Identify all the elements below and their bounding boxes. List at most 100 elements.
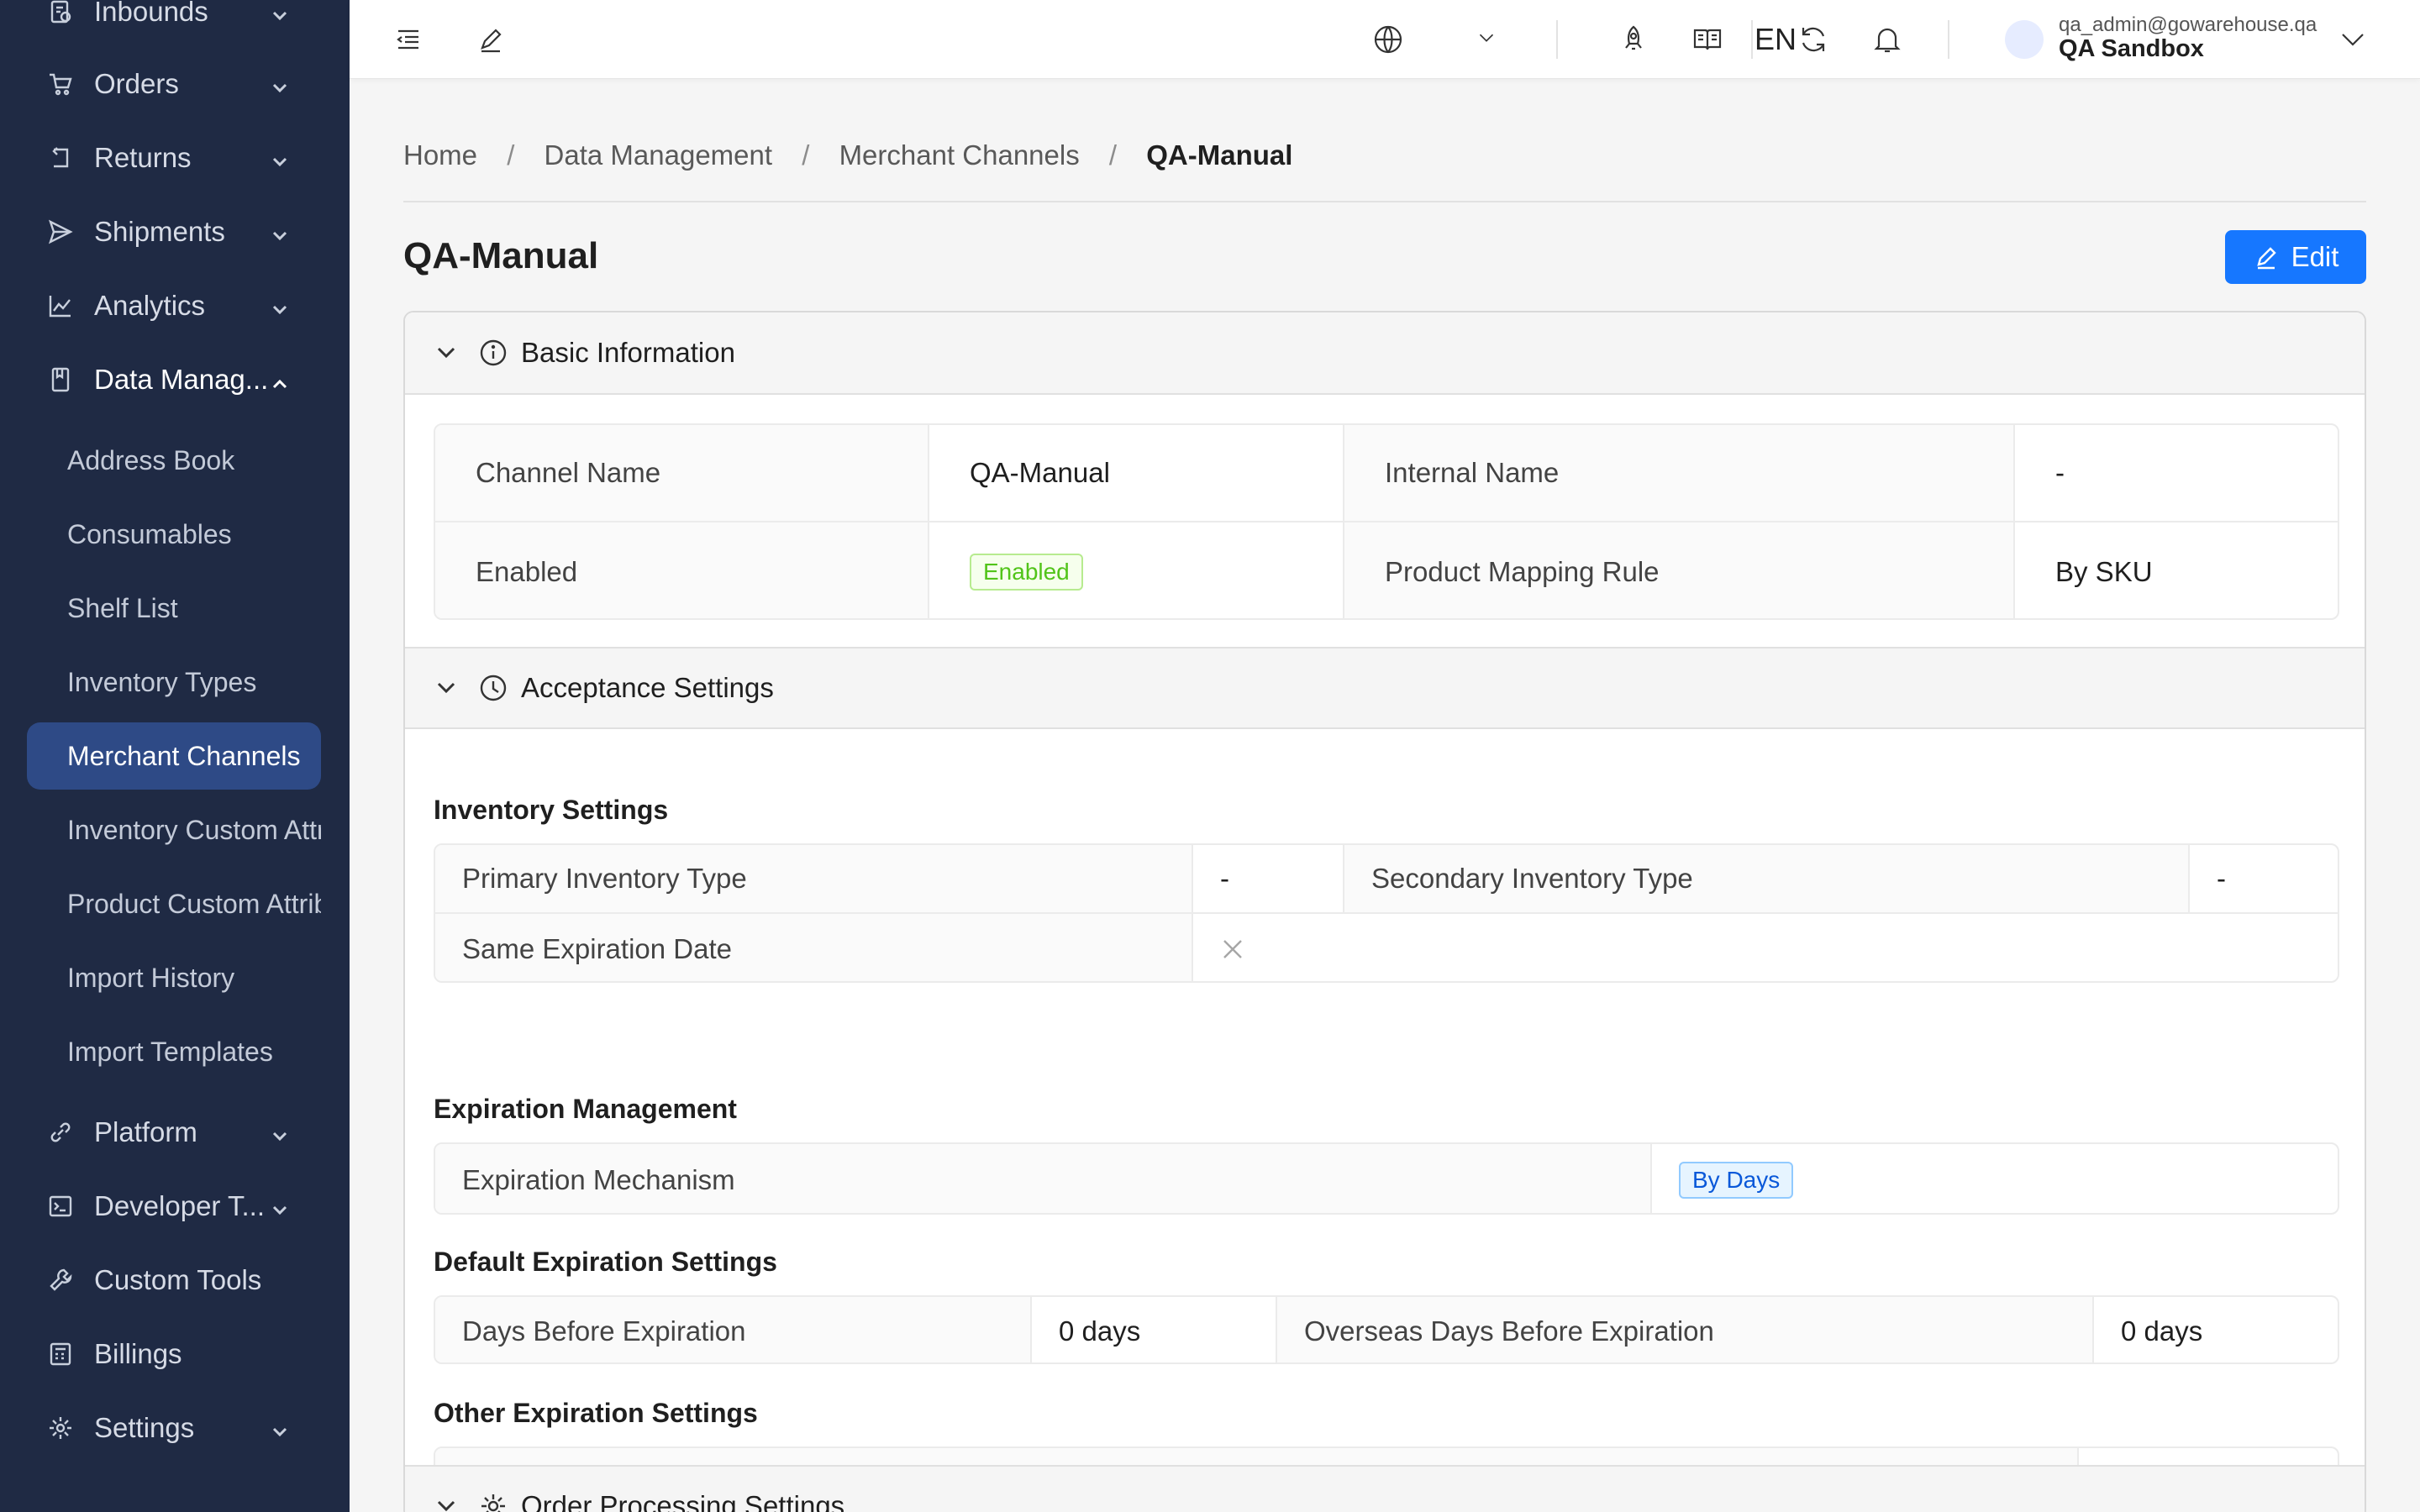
overseas-days-label: Overseas Days Before Expiration (1277, 1297, 2092, 1362)
divider (1751, 20, 1753, 59)
subnav-label: Merchant Channels (67, 740, 301, 771)
divider (1030, 1297, 1032, 1362)
terminal-icon (47, 1193, 74, 1220)
section-header-acceptance-settings[interactable]: Acceptance Settings (405, 647, 2365, 729)
expiration-management-table: Expiration Mechanism By Days (434, 1142, 2339, 1215)
subnav-merchant-channels[interactable]: Merchant Channels (27, 722, 321, 790)
divider (1556, 20, 1558, 59)
chevron-down-icon[interactable] (2336, 23, 2370, 56)
subnav-import-templates[interactable]: Import Templates (27, 1018, 321, 1085)
divider (1343, 845, 1344, 912)
subnav-label: Address Book (67, 444, 235, 475)
secondary-inventory-type-label: Secondary Inventory Type (1344, 845, 2188, 912)
line-chart-icon (47, 292, 74, 319)
nav-orders[interactable]: Orders (0, 50, 350, 118)
breadcrumb: Home / Data Management / Merchant Channe… (403, 139, 1314, 171)
main-content: Home / Data Management / Merchant Channe… (350, 79, 2420, 1512)
breadcrumb-separator: / (802, 139, 810, 171)
edit-button[interactable]: Edit (2225, 230, 2366, 284)
default-expiration-heading: Default Expiration Settings (434, 1247, 777, 1277)
divider (1343, 425, 1344, 618)
gear-icon (47, 1415, 74, 1441)
nav-returns[interactable]: Returns (0, 124, 350, 192)
subnav-label: Import History (67, 962, 235, 993)
edit-pen-icon[interactable] (474, 23, 508, 56)
divider (1192, 845, 1193, 981)
avatar[interactable] (2005, 20, 2044, 59)
breadcrumb-separator: / (1108, 139, 1118, 171)
nav-label: Billings (94, 1338, 182, 1369)
subnav-import-history[interactable]: Import History (27, 944, 321, 1011)
status-badge: Enabled (970, 554, 1083, 591)
section-title: Acceptance Settings (521, 672, 774, 703)
mapping-rule-value: By SKU (2055, 556, 2153, 587)
user-organization[interactable]: QA Sandbox (2059, 35, 2204, 63)
section-header-basic-information[interactable]: Basic Information (405, 312, 2365, 395)
breadcrumb-home[interactable]: Home (403, 139, 477, 171)
channel-detail-panel: Basic Information Channel Name QA-Manual… (403, 311, 2366, 1512)
subnav-address-book[interactable]: Address Book (27, 427, 321, 494)
language-selector[interactable]: EN (1754, 22, 1797, 57)
nav-settings[interactable]: Settings (0, 1394, 350, 1462)
chevron-down-icon[interactable] (1474, 25, 1499, 50)
section-header-order-processing[interactable]: Order Processing Settings (405, 1465, 2365, 1512)
chevron-down-icon (269, 74, 291, 96)
subnav-inventory-types[interactable]: Inventory Types (27, 648, 321, 716)
refresh-icon[interactable] (1797, 23, 1830, 56)
breadcrumb-merchant-channels[interactable]: Merchant Channels (839, 139, 1080, 171)
calculator-icon (47, 1341, 74, 1368)
subnav-consumables[interactable]: Consumables (27, 501, 321, 568)
divider (1276, 1297, 1277, 1362)
nav-label: Returns (94, 142, 192, 173)
divider (1650, 1144, 1652, 1213)
book-icon (47, 366, 74, 393)
chevron-down-icon (434, 1494, 459, 1512)
nav-label: Platform (94, 1116, 197, 1147)
menu-fold-icon[interactable] (392, 23, 425, 56)
subnav-label: Consumables (67, 518, 232, 549)
days-before-expiration-label: Days Before Expiration (435, 1297, 1030, 1362)
enabled-cell: Enabled (929, 522, 1343, 618)
enabled-label: Enabled (435, 522, 928, 618)
nav-analytics[interactable]: Analytics (0, 272, 350, 339)
subnav-product-custom-attributes[interactable]: Product Custom Attributes (27, 870, 321, 937)
chevron-down-icon (269, 1418, 291, 1440)
chevron-down-icon (269, 222, 291, 244)
sidebar: Inbounds Orders Returns Shipments Analyt… (0, 0, 350, 1512)
nav-label: Data Manag... (94, 364, 269, 395)
nav-platform[interactable]: Platform (0, 1099, 350, 1166)
page-title: QA-Manual (403, 235, 599, 276)
divider (1948, 20, 1949, 59)
subnav-shelf-list[interactable]: Shelf List (27, 575, 321, 642)
nav-shipments[interactable]: Shipments (0, 198, 350, 265)
rocket-icon[interactable] (1617, 23, 1650, 56)
nav-inbounds[interactable]: Inbounds (0, 0, 350, 45)
globe-icon[interactable] (1371, 23, 1405, 56)
nav-developer-tools[interactable]: Developer T... (0, 1173, 350, 1240)
same-expiration-value (1193, 914, 2338, 981)
days-before-expiration-value: 0 days (1059, 1315, 1141, 1347)
breadcrumb-data-management[interactable]: Data Management (544, 139, 773, 171)
subnav-inventory-custom-attributes[interactable]: Inventory Custom Attributes (27, 796, 321, 864)
subnav-label: Product Custom Attributes (67, 888, 321, 919)
divider (435, 912, 2338, 914)
nav-custom-tools[interactable]: Custom Tools (0, 1247, 350, 1314)
user-email[interactable]: qa_admin@gowarehouse.qa (2059, 13, 2317, 37)
edit-button-label: Edit (2291, 241, 2339, 272)
internal-name-value: - (2055, 457, 2065, 488)
divider (403, 201, 2366, 202)
default-expiration-table: Days Before Expiration 0 days Overseas D… (434, 1295, 2339, 1364)
chevron-down-icon (434, 340, 459, 365)
nav-label: Analytics (94, 290, 206, 321)
divider (928, 425, 929, 618)
section-title: Basic Information (521, 337, 735, 368)
book-open-icon[interactable] (1691, 23, 1724, 56)
subnav-label: Inventory Types (67, 666, 257, 697)
nav-data-management[interactable]: Data Manag... (0, 346, 350, 413)
chevron-down-icon (269, 2, 291, 24)
nav-billings[interactable]: Billings (0, 1320, 350, 1388)
secondary-inventory-type-value: - (2217, 863, 2226, 894)
chevron-down-icon (269, 296, 291, 318)
bell-icon[interactable] (1870, 23, 1904, 56)
return-icon (47, 144, 74, 171)
